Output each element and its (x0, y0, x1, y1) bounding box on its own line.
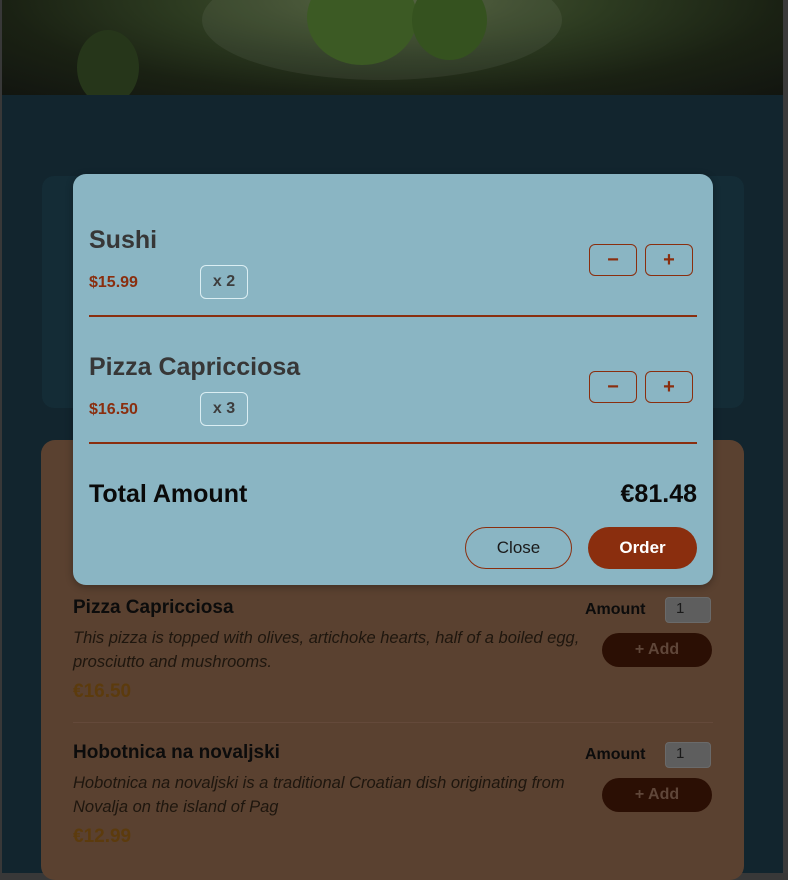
increase-button[interactable]: + (645, 244, 693, 276)
meal-price: €16.50 (73, 681, 132, 702)
amount-input[interactable]: 1 (665, 742, 711, 768)
spinach-leaf (77, 30, 139, 95)
decrease-button[interactable]: − (589, 244, 637, 276)
cart-item-divider (89, 442, 697, 444)
decrease-button[interactable]: − (589, 371, 637, 403)
cart-item-name: Pizza Capricciosa (89, 353, 301, 381)
cart-item-price: $15.99 (89, 274, 138, 291)
cart-item-quantity: x 2 (200, 265, 248, 299)
cart-item-price: $16.50 (89, 401, 138, 418)
cart-item-quantity: x 3 (200, 392, 248, 426)
meal-price: €12.99 (73, 826, 132, 847)
cart-item: Pizza Capricciosa $16.50 x 3 − + (89, 301, 697, 444)
cart-item-name: Sushi (89, 226, 158, 254)
total-label: Total Amount (89, 480, 248, 508)
total-value: €81.48 (620, 480, 697, 508)
cart-item: Sushi $15.99 x 2 − + (89, 174, 697, 317)
order-button[interactable]: Order (588, 527, 697, 569)
increase-button[interactable]: + (645, 371, 693, 403)
meal-description: This pizza is topped with olives, artich… (73, 629, 580, 671)
amount-input[interactable]: 1 (665, 597, 711, 623)
meal-name: Hobotnica na novaljski (73, 742, 280, 763)
amount-label: Amount (585, 746, 646, 763)
close-button[interactable]: Close (465, 527, 572, 569)
meal-description: Hobotnica na novaljski is a traditional … (73, 774, 565, 816)
cart-modal: Sushi $15.99 x 2 − + Pizza Capricciosa $… (73, 174, 713, 585)
add-button[interactable]: + Add (602, 778, 712, 812)
meal-item: Hobotnica na novaljski Hobotnica na nova… (73, 742, 713, 852)
add-button[interactable]: + Add (602, 633, 712, 667)
meal-item: Pizza Capricciosa This pizza is topped w… (73, 597, 713, 707)
window-edge (783, 0, 788, 873)
meal-name: Pizza Capricciosa (73, 597, 234, 618)
hero-image (2, 0, 783, 95)
meal-divider (73, 722, 713, 723)
amount-label: Amount (585, 601, 646, 618)
